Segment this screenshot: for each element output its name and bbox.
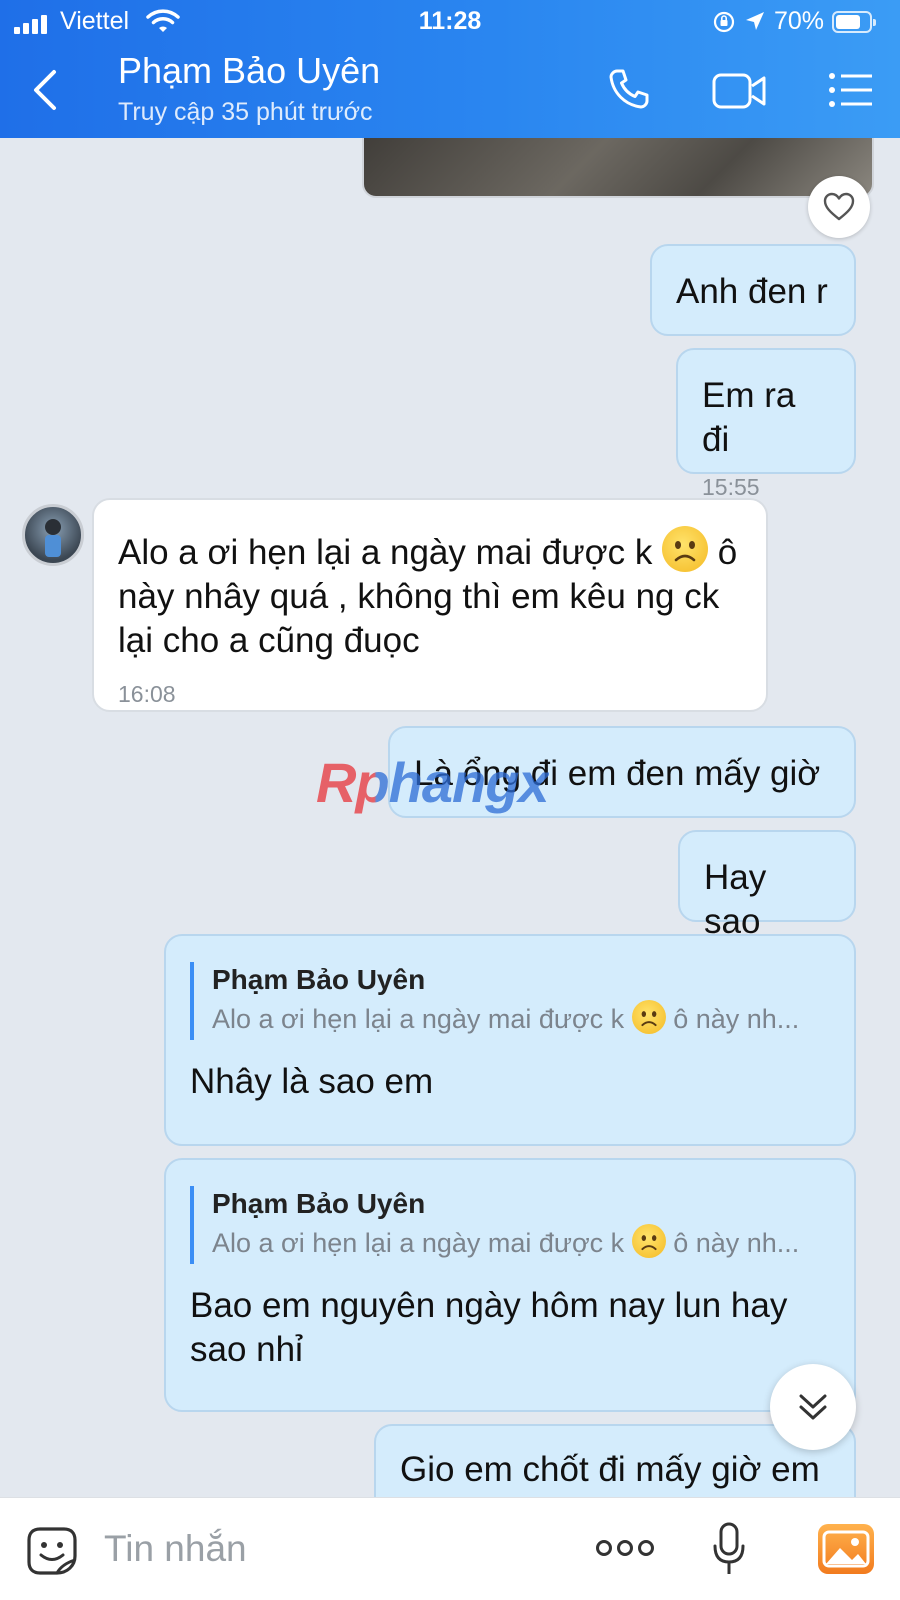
message-text: Bao em nguyên ngày hôm nay lun hay: [190, 1286, 788, 1325]
microphone-button[interactable]: [712, 1522, 746, 1576]
message-text: sao nhỉ: [190, 1330, 303, 1369]
image-icon: [822, 1530, 870, 1568]
message-text: Nhây là sao em: [190, 1062, 434, 1101]
quoted-text-part: ô này nh...: [673, 1004, 800, 1034]
quoted-message[interactable]: Phạm Bảo Uyên Alo a ơi hẹn lại a ngày ma…: [190, 962, 830, 1040]
message-text: Alo a ơi hẹn lại a ngày mai được k: [118, 533, 653, 572]
contact-avatar[interactable]: [22, 504, 84, 566]
sticker-button[interactable]: [26, 1526, 78, 1576]
quoted-author: Phạm Bảo Uyên: [212, 1188, 426, 1219]
back-button[interactable]: [24, 64, 68, 116]
message-time: 16:08: [118, 681, 176, 707]
photo-gallery-button[interactable]: [818, 1524, 874, 1574]
frowning-face-emoji-icon: [662, 526, 709, 572]
message-list[interactable]: Anh đen r Em ra đi 15:55 Alo a ơi hẹn lạ…: [0, 138, 900, 1497]
orientation-lock-icon: [713, 11, 735, 33]
quoted-text-part: Alo a ơi hẹn lại a ngày mai được k: [212, 1228, 625, 1258]
quoted-text: Alo a ơi hẹn lại a ngày mai được k ô này…: [212, 1222, 830, 1264]
scroll-to-bottom-button[interactable]: [770, 1364, 856, 1450]
message-bubble-incoming[interactable]: Alo a ơi hẹn lại a ngày mai được k ô này…: [92, 498, 768, 712]
message-text: Anh đen r: [676, 272, 828, 311]
reply-message-bubble[interactable]: Phạm Bảo Uyên Alo a ơi hẹn lại a ngày ma…: [164, 934, 856, 1146]
quoted-text-part: Alo a ơi hẹn lại a ngày mai được k: [212, 1004, 625, 1034]
message-text: này nhây quá , không thì em kêu ng ck: [118, 577, 720, 616]
message-bubble-outgoing[interactable]: Em ra đi 15:55: [676, 348, 856, 500]
message-text: Hay sao: [704, 858, 767, 941]
message-text: lại cho a cũng đuọc: [118, 621, 420, 660]
battery-percentage: 70%: [774, 7, 825, 35]
contact-name[interactable]: Phạm Bảo Uyên: [118, 50, 380, 92]
contact-last-seen: Truy cập 35 phút trước: [118, 98, 373, 126]
message-composer: [0, 1497, 900, 1600]
photo-message[interactable]: [362, 138, 874, 198]
quoted-message[interactable]: Phạm Bảo Uyên Alo a ơi hẹn lại a ngày ma…: [190, 1186, 830, 1264]
watermark-logo: Rphangx: [316, 751, 550, 814]
frowning-face-emoji-icon: [631, 1224, 666, 1258]
react-heart-button[interactable]: [808, 176, 870, 238]
message-line: Alo a ơi hẹn lại a ngày mai được k ô: [118, 526, 742, 575]
message-input[interactable]: [104, 1526, 544, 1572]
avatar-photo: [45, 519, 61, 557]
reply-message-bubble[interactable]: Phạm Bảo Uyên Alo a ơi hẹn lại a ngày ma…: [164, 1158, 856, 1412]
battery-icon: [832, 11, 876, 33]
double-chevron-down-icon: [799, 1394, 827, 1420]
message-bubble-outgoing[interactable]: Hay sao: [678, 830, 856, 941]
message-bubble-outgoing[interactable]: Anh đen r: [650, 244, 856, 336]
chat-header: Viettel 11:28 70% Phạm Bảo Uyên Truy cập…: [0, 0, 900, 138]
message-text: Em ra đi: [702, 376, 796, 459]
location-arrow-icon: [746, 12, 764, 30]
heart-icon: [823, 192, 855, 221]
message-text: Gio em chốt đi mấy giờ em: [400, 1450, 820, 1489]
more-options-button[interactable]: [596, 1540, 654, 1556]
video-call-button[interactable]: [712, 72, 766, 110]
voice-call-button[interactable]: [608, 68, 650, 110]
options-menu-button[interactable]: [828, 72, 874, 108]
status-bar: Viettel 11:28 70%: [0, 0, 900, 46]
quoted-author: Phạm Bảo Uyên: [212, 964, 426, 995]
quoted-text-part: ô này nh...: [673, 1228, 800, 1258]
message-text: ô: [717, 533, 738, 572]
frowning-face-emoji-icon: [631, 1000, 666, 1034]
quoted-text: Alo a ơi hẹn lại a ngày mai được k ô này…: [212, 998, 830, 1040]
